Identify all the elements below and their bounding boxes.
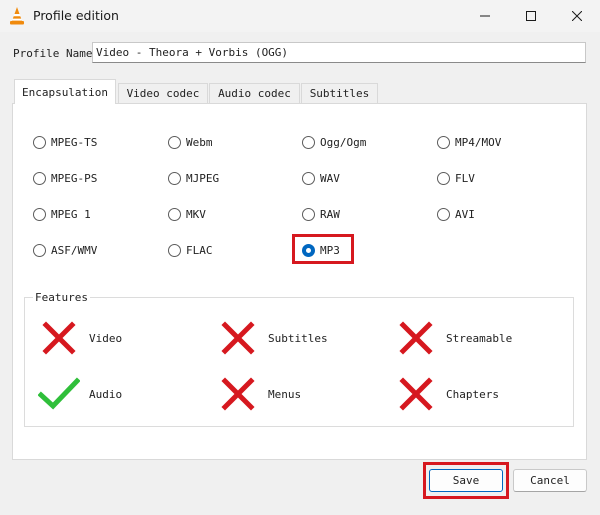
- radio-mkv[interactable]: MKV: [168, 206, 206, 222]
- radio-label: MJPEG: [186, 171, 220, 185]
- radio-button[interactable]: [33, 243, 46, 257]
- maximize-icon: [526, 11, 536, 21]
- radio-avi[interactable]: AVI: [437, 206, 475, 222]
- feature-label: Menus: [268, 388, 302, 401]
- cross-icon: [399, 377, 433, 411]
- radio-label: RAW: [320, 207, 340, 221]
- mp3-highlight-box: [292, 234, 354, 264]
- radio-label: MP4/MOV: [455, 135, 502, 149]
- feature-menus: [221, 377, 255, 411]
- feature-label: Subtitles: [268, 332, 328, 345]
- radio-button[interactable]: [168, 243, 181, 257]
- radio-mjpeg[interactable]: MJPEG: [168, 170, 219, 186]
- radio-label: WAV: [320, 171, 340, 185]
- tab-video-codec[interactable]: Video codec: [118, 83, 208, 103]
- feature-label: Chapters: [446, 388, 499, 401]
- radio-label: FLAC: [186, 243, 213, 257]
- radio-button[interactable]: [33, 171, 46, 185]
- cross-icon: [221, 321, 255, 355]
- tab-subtitles[interactable]: Subtitles: [301, 83, 378, 103]
- radio-button[interactable]: [437, 171, 450, 185]
- profile-name-label: Profile Name: [13, 47, 93, 60]
- check-icon: [38, 377, 80, 410]
- radio-mpeg-1[interactable]: MPEG 1: [33, 206, 91, 222]
- feature-label: Video: [89, 332, 123, 345]
- save-highlight-box: [423, 462, 509, 499]
- radio-label: MKV: [186, 207, 206, 221]
- radio-label: Ogg/Ogm: [320, 135, 367, 149]
- radio-webm[interactable]: Webm: [168, 134, 213, 150]
- feature-label: Audio: [89, 388, 123, 401]
- radio-button[interactable]: [33, 207, 46, 221]
- radio-button[interactable]: [437, 135, 450, 149]
- radio-flv[interactable]: FLV: [437, 170, 475, 186]
- minimize-button[interactable]: [462, 0, 508, 32]
- radio-button[interactable]: [168, 171, 181, 185]
- radio-button[interactable]: [168, 135, 181, 149]
- profile-name-input[interactable]: [92, 42, 586, 63]
- tab-audio-codec[interactable]: Audio codec: [209, 83, 300, 103]
- radio-label: Webm: [186, 135, 213, 149]
- radio-flac[interactable]: FLAC: [168, 242, 213, 258]
- radio-button[interactable]: [302, 171, 315, 185]
- title-bar: Profile edition: [0, 0, 600, 32]
- close-icon: [572, 11, 582, 21]
- radio-button[interactable]: [302, 207, 315, 221]
- cross-icon: [42, 321, 76, 355]
- radio-label: MPEG 1: [51, 207, 91, 221]
- window-title: Profile edition: [33, 8, 119, 23]
- cross-icon: [221, 377, 255, 411]
- radio-label: MPEG-PS: [51, 171, 98, 185]
- feature-audio: [38, 377, 80, 411]
- tab-encapsulation[interactable]: Encapsulation: [14, 79, 116, 104]
- radio-mp4-mov[interactable]: MP4/MOV: [437, 134, 501, 150]
- vlc-cone-icon: [10, 7, 24, 25]
- radio-button[interactable]: [302, 135, 315, 149]
- radio-mpeg-ps[interactable]: MPEG-PS: [33, 170, 97, 186]
- radio-mpeg-ts[interactable]: MPEG-TS: [33, 134, 97, 150]
- radio-button[interactable]: [437, 207, 450, 221]
- feature-video: [42, 321, 76, 355]
- radio-asf-wmv[interactable]: ASF/WMV: [33, 242, 97, 258]
- radio-label: ASF/WMV: [51, 243, 98, 257]
- features-title: Features: [33, 291, 90, 304]
- minimize-icon: [480, 15, 490, 17]
- radio-label: FLV: [455, 171, 475, 185]
- maximize-button[interactable]: [508, 0, 554, 32]
- radio-button[interactable]: [33, 135, 46, 149]
- close-button[interactable]: [554, 0, 600, 32]
- radio-ogg-ogm[interactable]: Ogg/Ogm: [302, 134, 366, 150]
- feature-label: Streamable: [446, 332, 513, 345]
- cross-icon: [399, 321, 433, 355]
- cancel-button[interactable]: Cancel: [513, 469, 587, 492]
- features-group: [24, 297, 574, 427]
- radio-button[interactable]: [168, 207, 181, 221]
- radio-label: MPEG-TS: [51, 135, 98, 149]
- feature-chapters: [399, 377, 433, 411]
- radio-raw[interactable]: RAW: [302, 206, 340, 222]
- radio-label: AVI: [455, 207, 475, 221]
- feature-streamable: [399, 321, 433, 355]
- feature-subtitles: [221, 321, 255, 355]
- radio-wav[interactable]: WAV: [302, 170, 340, 186]
